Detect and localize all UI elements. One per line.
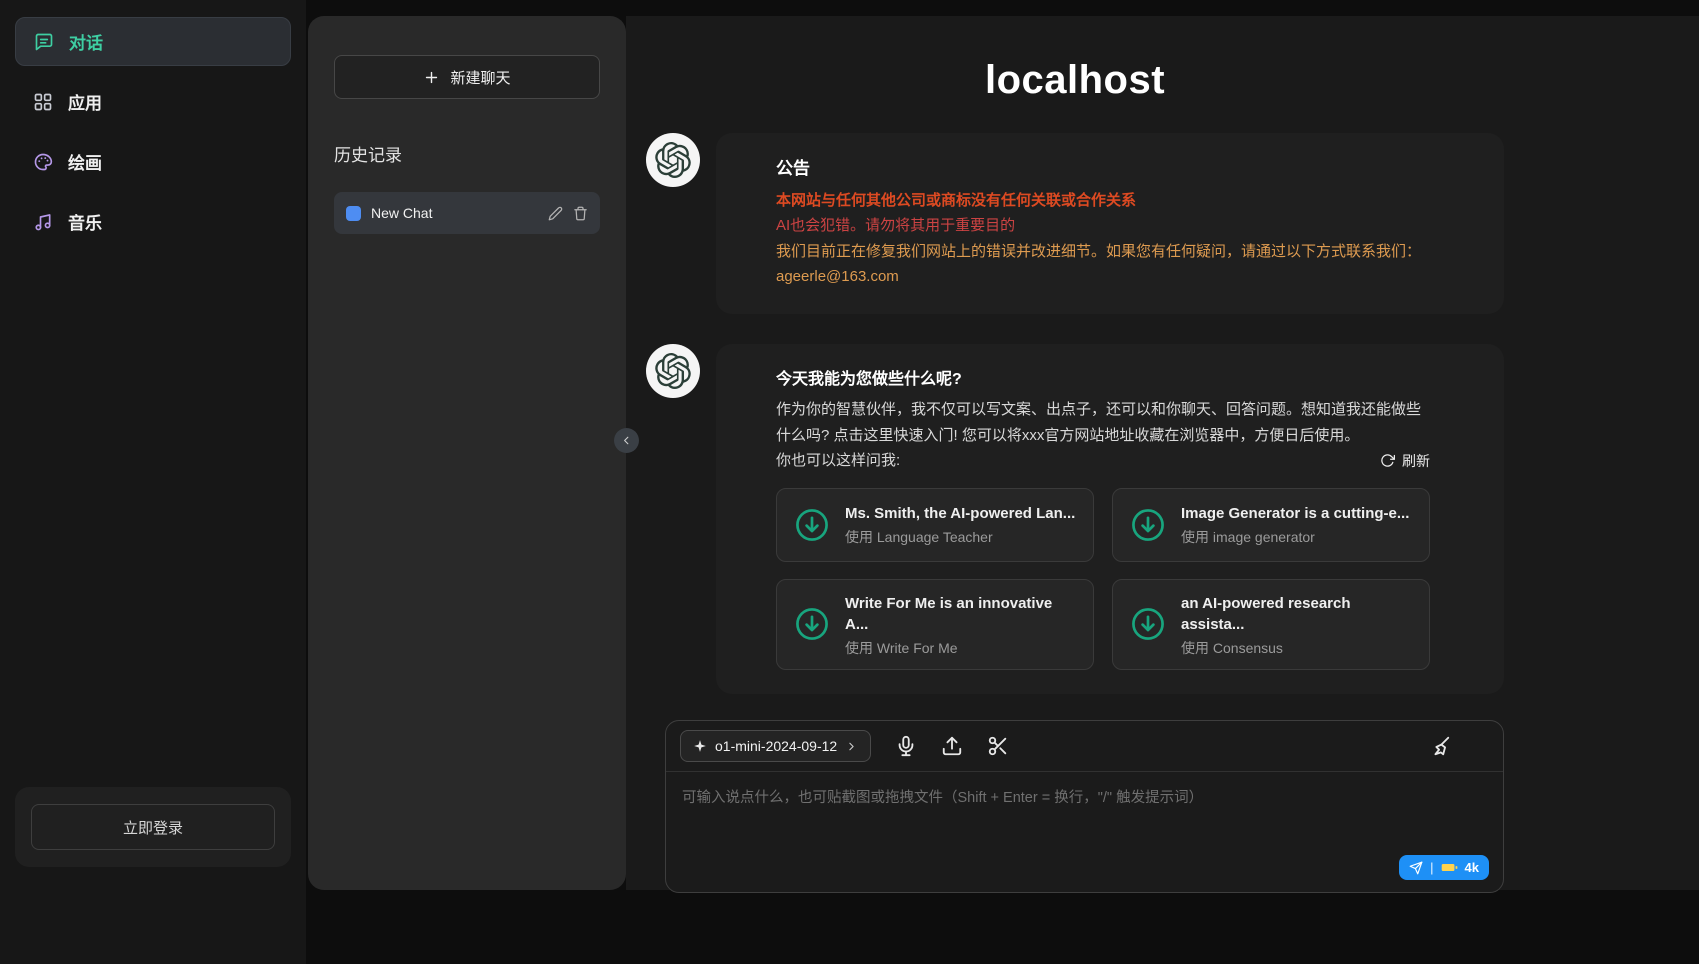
- chevron-left-icon: [620, 434, 633, 447]
- chat-column: localhost 公告 本网站与任何其他公司或商标没有任何关联或合作关系 AI…: [646, 58, 1504, 893]
- suggestion-subtitle: 使用 Consensus: [1181, 640, 1413, 657]
- trash-icon[interactable]: [573, 206, 588, 221]
- announcement-line: 本网站与任何其他公司或商标没有任何关联或合作关系: [776, 188, 1430, 214]
- history-list-item[interactable]: New Chat: [334, 192, 600, 234]
- app-window: 对话 应用 绘画 音乐 立即登录: [0, 0, 1699, 964]
- ask-hint: 你也可以这样问我:: [776, 448, 900, 474]
- microphone-button[interactable]: [895, 735, 917, 757]
- sidebar-item-label: 绘画: [68, 149, 102, 174]
- apps-grid-icon: [33, 92, 53, 112]
- announcement-heading: 公告: [776, 155, 1430, 184]
- login-button[interactable]: 立即登录: [31, 804, 275, 850]
- sidebar: 对话 应用 绘画 音乐 立即登录: [0, 0, 306, 964]
- suggestion-subtitle: 使用 Language Teacher: [845, 529, 1075, 546]
- upload-icon: [941, 735, 963, 757]
- chat-bubble-icon: [34, 32, 54, 52]
- openai-logo-icon: [655, 353, 691, 389]
- screenshot-button[interactable]: [987, 735, 1009, 757]
- welcome-message: 今天我能为您做些什么呢? 作为你的智慧伙伴，我不仅可以写文案、出点子，还可以和你…: [646, 344, 1504, 694]
- welcome-heading: 今天我能为您做些什么呢?: [776, 366, 1430, 393]
- suggestion-card[interactable]: Ms. Smith, the AI-powered Lan... 使用 Lang…: [776, 488, 1094, 562]
- sidebar-item-label: 对话: [69, 29, 103, 54]
- sidebar-item-drawing[interactable]: 绘画: [15, 137, 291, 186]
- battery-icon: [1441, 862, 1458, 873]
- announcement-card: 公告 本网站与任何其他公司或商标没有任何关联或合作关系 AI也会犯错。请勿将其用…: [716, 133, 1504, 314]
- sidebar-item-chat[interactable]: 对话: [15, 17, 291, 66]
- edit-icon[interactable]: [548, 206, 563, 221]
- sidebar-item-apps[interactable]: 应用: [15, 77, 291, 126]
- download-circle-icon: [793, 605, 831, 643]
- message-input[interactable]: [682, 786, 1487, 850]
- new-chat-label: 新建聊天: [450, 67, 510, 88]
- suggestion-title: Image Generator is a cutting-e...: [1181, 503, 1409, 524]
- suggestion-card[interactable]: Write For Me is an innovative A... 使用 Wr…: [776, 579, 1094, 671]
- composer: o1-mini-2024-09-12: [665, 720, 1504, 893]
- login-panel: 立即登录: [15, 787, 291, 867]
- sidebar-item-music[interactable]: 音乐: [15, 197, 291, 246]
- history-title: 历史记录: [334, 141, 600, 166]
- palette-icon: [33, 152, 53, 172]
- history-item-title: New Chat: [371, 205, 538, 221]
- suggestion-title: Ms. Smith, the AI-powered Lan...: [845, 503, 1075, 524]
- microphone-icon: [895, 735, 917, 757]
- chevron-right-icon: [845, 740, 858, 753]
- upload-button[interactable]: [941, 735, 963, 757]
- chat-color-icon: [346, 206, 361, 221]
- refresh-label: 刷新: [1402, 451, 1430, 471]
- announcement-message: 公告 本网站与任何其他公司或商标没有任何关联或合作关系 AI也会犯错。请勿将其用…: [646, 133, 1504, 314]
- clear-context-button[interactable]: [1429, 735, 1451, 757]
- content-panel: 新建聊天 历史记录 New Chat loca: [308, 16, 1699, 890]
- composer-body: | 4k: [666, 772, 1503, 892]
- contact-email[interactable]: ageerle@163.com: [776, 264, 1430, 290]
- suggestion-subtitle: 使用 image generator: [1181, 529, 1409, 546]
- refresh-icon: [1380, 453, 1395, 468]
- pill-divider: |: [1430, 860, 1433, 875]
- suggestion-title: an AI-powered research assista...: [1181, 593, 1413, 635]
- suggestion-card[interactable]: Image Generator is a cutting-e... 使用 ima…: [1112, 488, 1430, 562]
- suggestion-card[interactable]: an AI-powered research assista... 使用 Con…: [1112, 579, 1430, 671]
- model-selector[interactable]: o1-mini-2024-09-12: [680, 730, 871, 762]
- welcome-card: 今天我能为您做些什么呢? 作为你的智慧伙伴，我不仅可以写文案、出点子，还可以和你…: [716, 344, 1504, 694]
- collapse-sidebar-button[interactable]: [614, 428, 639, 453]
- sidebar-item-label: 应用: [68, 89, 102, 114]
- chat-main: localhost 公告 本网站与任何其他公司或商标没有任何关联或合作关系 AI…: [626, 16, 1699, 890]
- send-button[interactable]: | 4k: [1399, 855, 1489, 880]
- welcome-body: 作为你的智慧伙伴，我不仅可以写文案、出点子，还可以和你聊天、回答问题。想知道我还…: [776, 397, 1430, 448]
- announcement-line: 我们目前正在修复我们网站上的错误并改进细节。如果您有任何疑问，请通过以下方式联系…: [776, 239, 1430, 265]
- broom-icon: [1429, 735, 1451, 757]
- new-chat-button[interactable]: 新建聊天: [334, 55, 600, 99]
- assistant-avatar: [646, 133, 700, 187]
- download-circle-icon: [1129, 506, 1167, 544]
- chat-list-column: 新建聊天 历史记录 New Chat: [308, 16, 626, 890]
- sidebar-item-label: 音乐: [68, 209, 102, 234]
- model-label: o1-mini-2024-09-12: [715, 738, 837, 754]
- sidebar-spacer: [15, 257, 291, 787]
- suggestion-title: Write For Me is an innovative A...: [845, 593, 1077, 635]
- download-circle-icon: [793, 506, 831, 544]
- suggestion-grid: Ms. Smith, the AI-powered Lan... 使用 Lang…: [776, 488, 1430, 671]
- send-icon: [1409, 861, 1423, 875]
- download-circle-icon: [1129, 605, 1167, 643]
- music-note-icon: [33, 212, 53, 232]
- refresh-button[interactable]: 刷新: [1380, 451, 1430, 471]
- openai-logo-icon: [655, 142, 691, 178]
- scissors-icon: [987, 735, 1009, 757]
- page-title: localhost: [646, 58, 1504, 103]
- suggestion-subtitle: 使用 Write For Me: [845, 640, 1077, 657]
- sparkle-icon: [693, 739, 707, 753]
- announcement-line: AI也会犯错。请勿将其用于重要目的: [776, 213, 1430, 239]
- assistant-avatar: [646, 344, 700, 398]
- plus-icon: [423, 69, 440, 86]
- composer-toolbar: o1-mini-2024-09-12: [666, 721, 1503, 772]
- token-count: 4k: [1465, 860, 1479, 875]
